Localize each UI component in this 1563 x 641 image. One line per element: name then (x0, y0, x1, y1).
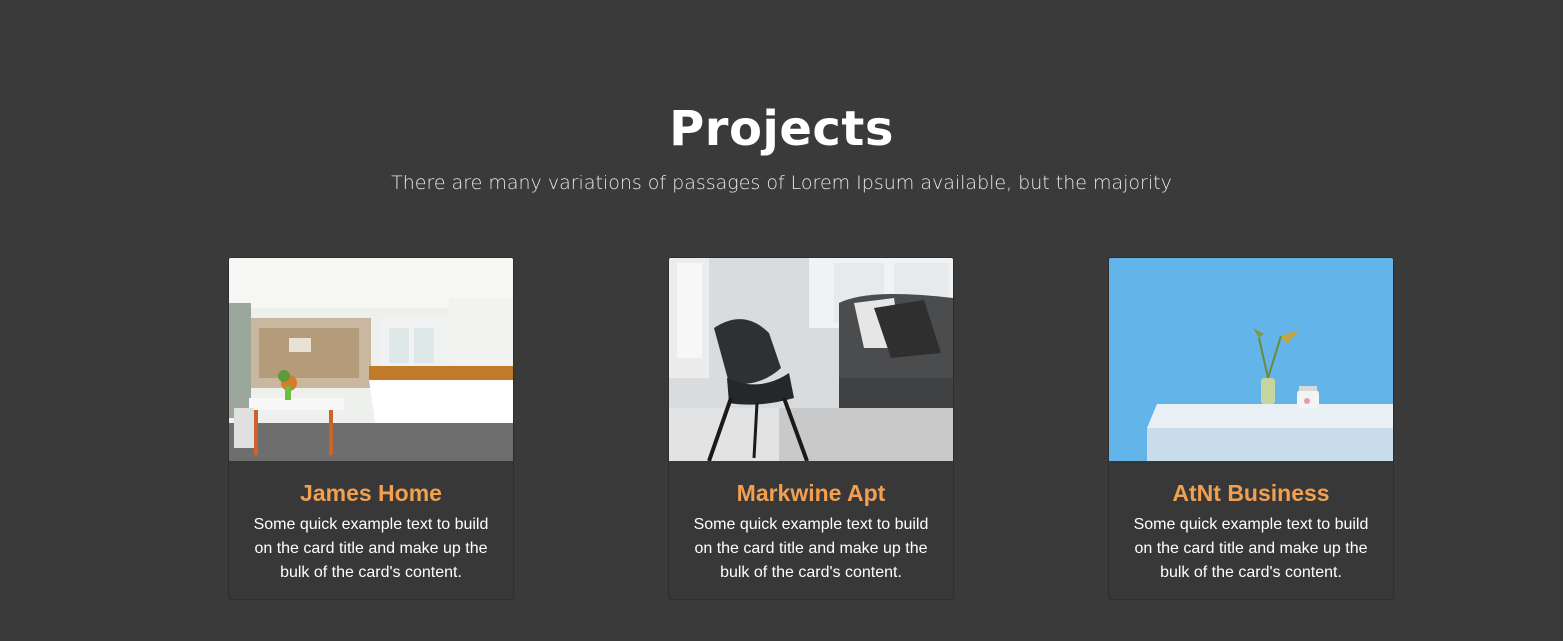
project-card-james-home[interactable]: James Home Some quick example text to bu… (228, 257, 514, 600)
blue-wall-table-photo (1109, 258, 1393, 461)
project-card-markwine-apt[interactable]: Markwine Apt Some quick example text to … (668, 257, 954, 600)
kitchen-interior-photo (229, 258, 513, 461)
section-subtitle: There are many variations of passages of… (391, 172, 1172, 194)
card-title[interactable]: Markwine Apt (669, 479, 953, 507)
card-text: Some quick example text to build on the … (1133, 516, 1369, 581)
living-room-chair-photo (669, 258, 953, 461)
card-text: Some quick example text to build on the … (253, 516, 489, 581)
card-title[interactable]: James Home (229, 479, 513, 507)
card-text: Some quick example text to build on the … (693, 516, 929, 581)
project-card-atnt-business[interactable]: AtNt Business Some quick example text to… (1108, 257, 1394, 600)
card-title[interactable]: AtNt Business (1109, 479, 1393, 507)
section-title: Projects (669, 101, 894, 157)
